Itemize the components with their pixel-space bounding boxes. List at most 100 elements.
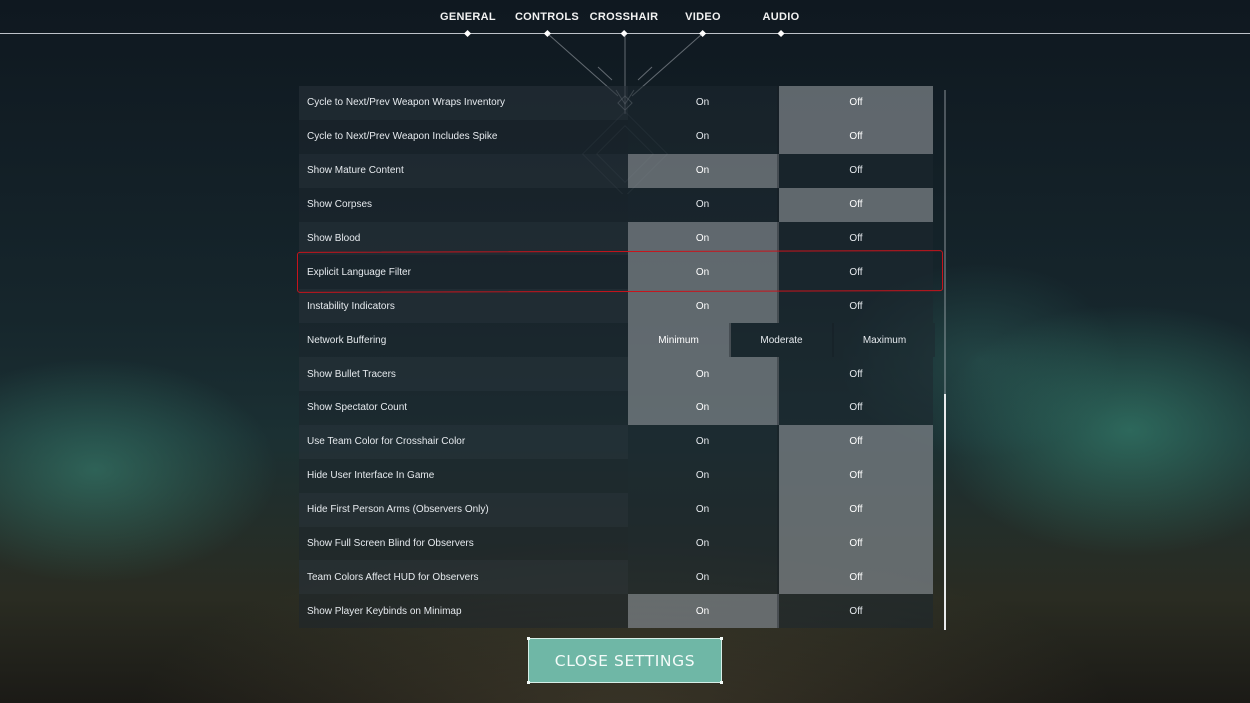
option-off-button[interactable]: Off bbox=[779, 357, 933, 392]
option-on-button[interactable]: On bbox=[628, 187, 779, 222]
setting-row: Hide User Interface In Game On Off bbox=[299, 458, 935, 493]
option-off-button[interactable]: Off bbox=[779, 594, 933, 629]
option-group: On Off bbox=[628, 289, 935, 324]
setting-label: Hide User Interface In Game bbox=[299, 458, 628, 493]
option-off-button[interactable]: Off bbox=[779, 391, 933, 425]
setting-row: Show Spectator Count On Off bbox=[299, 391, 935, 425]
option-group: On Off bbox=[628, 86, 935, 120]
close-settings-label: CLOSE SETTINGS bbox=[554, 651, 696, 670]
tab-label: CONTROLS bbox=[514, 11, 580, 23]
option-off-button[interactable]: Off bbox=[779, 458, 933, 493]
tab-marker-icon bbox=[777, 29, 785, 38]
option-on-button[interactable]: On bbox=[628, 357, 779, 392]
option-on-button[interactable]: On bbox=[628, 424, 779, 459]
setting-label: Show Spectator Count bbox=[299, 391, 628, 425]
tab-label: AUDIO bbox=[762, 11, 800, 23]
option-off-button[interactable]: Off bbox=[779, 560, 933, 595]
tab-crosshair[interactable]: CROSSHAIR bbox=[589, 11, 659, 38]
setting-label: Hide First Person Arms (Observers Only) bbox=[299, 492, 628, 527]
tab-controls[interactable]: CONTROLS bbox=[514, 11, 580, 38]
setting-label: Use Team Color for Crosshair Color bbox=[299, 424, 628, 459]
setting-label: Show Bullet Tracers bbox=[299, 357, 628, 392]
option-off-button[interactable]: Off bbox=[779, 187, 933, 222]
setting-row: Explicit Language Filter On Off bbox=[299, 255, 935, 290]
option-group: On Off bbox=[628, 119, 935, 154]
option-off-button[interactable]: Off bbox=[779, 424, 933, 459]
option-off-button[interactable]: Off bbox=[779, 526, 933, 561]
close-settings-button[interactable]: CLOSE SETTINGS bbox=[527, 637, 723, 684]
setting-row: Network Buffering Minimum Moderate Maximum bbox=[299, 323, 935, 358]
setting-label: Show Mature Content bbox=[299, 153, 628, 188]
corner-decoration bbox=[720, 637, 723, 640]
option-on-button[interactable]: On bbox=[628, 86, 779, 120]
option-on-button[interactable]: On bbox=[628, 492, 779, 527]
option-group: On Off bbox=[628, 153, 935, 188]
tab-label: CROSSHAIR bbox=[589, 11, 659, 23]
option-minimum-button[interactable]: Minimum bbox=[628, 323, 731, 358]
setting-row: Instability Indicators On Off bbox=[299, 289, 935, 324]
setting-label: Cycle to Next/Prev Weapon Wraps Inventor… bbox=[299, 86, 628, 120]
settings-top-nav: GENERAL CONTROLS CROSSHAIR VIDEO AUDIO bbox=[0, 0, 1250, 38]
option-group: On Off bbox=[628, 255, 935, 290]
option-on-button[interactable]: On bbox=[628, 289, 779, 324]
corner-decoration bbox=[720, 681, 723, 684]
option-on-button[interactable]: On bbox=[628, 153, 779, 188]
setting-row: Show Bullet Tracers On Off bbox=[299, 357, 935, 392]
option-group: On Off bbox=[628, 424, 935, 459]
option-moderate-button[interactable]: Moderate bbox=[731, 323, 834, 358]
option-group: On Off bbox=[628, 391, 935, 425]
option-on-button[interactable]: On bbox=[628, 221, 779, 256]
tab-marker-icon bbox=[464, 29, 472, 38]
setting-label: Team Colors Affect HUD for Observers bbox=[299, 560, 628, 595]
option-on-button[interactable]: On bbox=[628, 526, 779, 561]
setting-row: Team Colors Affect HUD for Observers On Of… bbox=[299, 560, 935, 595]
setting-label: Instability Indicators bbox=[299, 289, 628, 324]
tab-general[interactable]: GENERAL bbox=[440, 11, 496, 38]
option-on-button[interactable]: On bbox=[628, 458, 779, 493]
setting-row: Use Team Color for Crosshair Color On Off bbox=[299, 424, 935, 459]
option-off-button[interactable]: Off bbox=[779, 153, 933, 188]
setting-row: Show Blood On Off bbox=[299, 221, 935, 256]
setting-row: Show Mature Content On Off bbox=[299, 153, 935, 188]
setting-label: Cycle to Next/Prev Weapon Includes Spike bbox=[299, 119, 628, 154]
corner-decoration bbox=[527, 637, 530, 640]
option-group: On Off bbox=[628, 560, 935, 595]
option-off-button[interactable]: Off bbox=[779, 289, 933, 324]
option-off-button[interactable]: Off bbox=[779, 221, 933, 256]
option-on-button[interactable]: On bbox=[628, 119, 779, 154]
setting-row: Show Player Keybinds on Minimap On Off bbox=[299, 594, 935, 629]
tab-label: GENERAL bbox=[440, 11, 496, 23]
option-on-button[interactable]: On bbox=[628, 560, 779, 595]
tab-video[interactable]: VIDEO bbox=[685, 11, 721, 38]
setting-label: Show Blood bbox=[299, 221, 628, 256]
setting-row: Cycle to Next/Prev Weapon Includes Spike… bbox=[299, 119, 935, 154]
setting-label: Show Corpses bbox=[299, 187, 628, 222]
setting-row: Cycle to Next/Prev Weapon Wraps Inventor… bbox=[299, 86, 935, 120]
setting-label: Network Buffering bbox=[299, 323, 628, 358]
option-group: On Off bbox=[628, 492, 935, 527]
setting-label: Show Full Screen Blind for Observers bbox=[299, 526, 628, 561]
option-off-button[interactable]: Off bbox=[779, 119, 933, 154]
tab-label: VIDEO bbox=[685, 11, 721, 23]
option-on-button[interactable]: On bbox=[628, 391, 779, 425]
setting-label: Show Player Keybinds on Minimap bbox=[299, 594, 628, 629]
corner-decoration bbox=[527, 681, 530, 684]
option-off-button[interactable]: Off bbox=[779, 86, 933, 120]
setting-label: Explicit Language Filter bbox=[299, 255, 628, 290]
tab-audio[interactable]: AUDIO bbox=[762, 11, 800, 38]
option-on-button[interactable]: On bbox=[628, 255, 779, 290]
option-off-button[interactable]: Off bbox=[779, 255, 933, 290]
option-off-button[interactable]: Off bbox=[779, 492, 933, 527]
option-group: On Off bbox=[628, 458, 935, 493]
setting-row: Show Corpses On Off bbox=[299, 187, 935, 222]
option-maximum-button[interactable]: Maximum bbox=[834, 323, 935, 358]
settings-list: Cycle to Next/Prev Weapon Wraps Inventor… bbox=[299, 86, 935, 629]
option-group: On Off bbox=[628, 221, 935, 256]
option-on-button[interactable]: On bbox=[628, 594, 779, 629]
setting-row: Hide First Person Arms (Observers Only) O… bbox=[299, 492, 935, 527]
option-group: On Off bbox=[628, 526, 935, 561]
option-group: On Off bbox=[628, 187, 935, 222]
option-group: On Off bbox=[628, 357, 935, 392]
option-group: On Off bbox=[628, 594, 935, 629]
scrollbar-thumb[interactable] bbox=[944, 394, 946, 630]
